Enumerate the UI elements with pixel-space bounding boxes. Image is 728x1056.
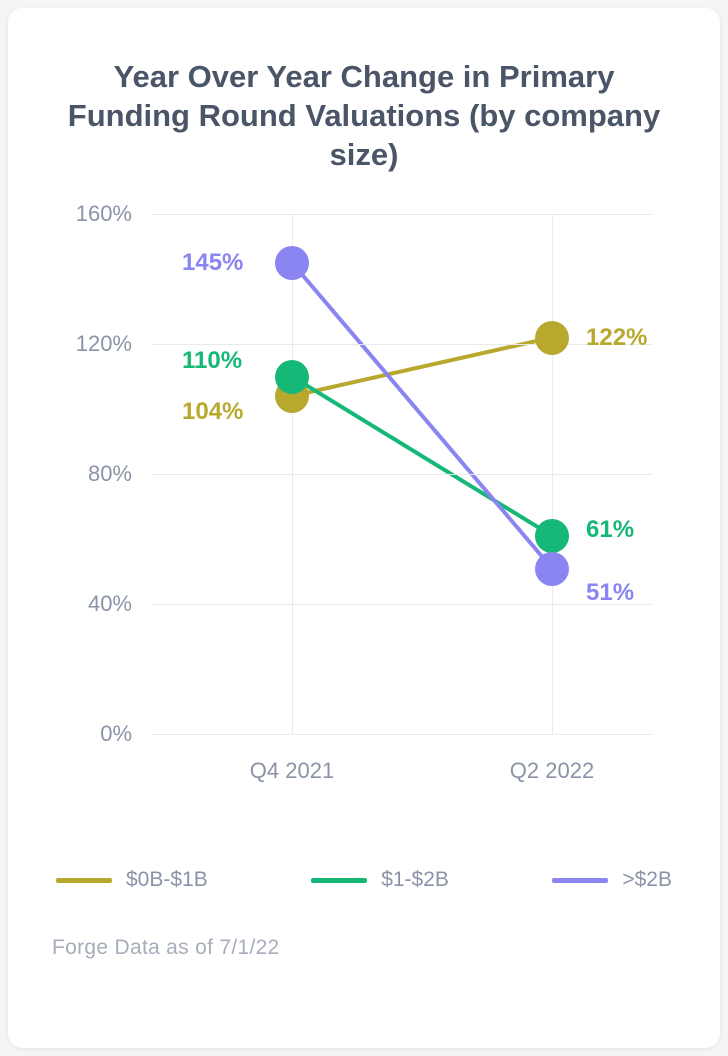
gridline-v — [552, 214, 553, 734]
data-point — [535, 519, 569, 553]
legend: $0B-$1B $1-$2B >$2B — [52, 868, 676, 892]
data-label: 104% — [182, 398, 243, 426]
data-point — [275, 360, 309, 394]
y-tick-label: 0% — [100, 721, 132, 747]
legend-item: $0B-$1B — [56, 868, 208, 892]
y-tick-label: 40% — [88, 591, 132, 617]
legend-swatch — [311, 878, 367, 883]
gridline-h — [152, 344, 652, 345]
legend-item: >$2B — [552, 868, 672, 892]
chart-title: Year Over Year Change in Primary Funding… — [52, 58, 676, 174]
y-tick-label: 160% — [76, 201, 132, 227]
x-tick-label: Q4 2021 — [250, 758, 334, 784]
data-label: 51% — [586, 579, 634, 607]
footnote: Forge Data as of 7/1/22 — [52, 936, 676, 960]
x-tick-label: Q2 2022 — [510, 758, 594, 784]
x-axis: Q4 2021 Q2 2022 — [152, 748, 652, 798]
y-tick-label: 80% — [88, 461, 132, 487]
data-label: 61% — [586, 516, 634, 544]
data-point — [275, 246, 309, 280]
data-label: 145% — [182, 249, 243, 277]
data-label: 110% — [182, 347, 242, 375]
chart-card: Year Over Year Change in Primary Funding… — [8, 8, 720, 1048]
series-line — [292, 377, 552, 536]
legend-swatch — [56, 878, 112, 883]
legend-item: $1-$2B — [311, 868, 449, 892]
gridline-h — [152, 474, 652, 475]
legend-swatch — [552, 878, 608, 883]
series-line — [292, 263, 552, 569]
gridline-h — [152, 214, 652, 215]
data-label: 122% — [586, 324, 647, 352]
legend-label: $0B-$1B — [126, 868, 208, 892]
series-line — [292, 338, 552, 397]
data-point — [535, 321, 569, 355]
plot-area: 0%40%80%120%160% 104%122%110%61%145%51% — [52, 214, 676, 734]
y-tick-label: 120% — [76, 331, 132, 357]
legend-label: $1-$2B — [381, 868, 449, 892]
gridline-h — [152, 734, 652, 735]
plot: 104% 122% 110% 61% 145% 51% — [152, 214, 652, 734]
legend-label: >$2B — [622, 868, 672, 892]
data-point — [535, 552, 569, 586]
gridline-h — [152, 604, 652, 605]
gridline-v — [292, 214, 293, 734]
